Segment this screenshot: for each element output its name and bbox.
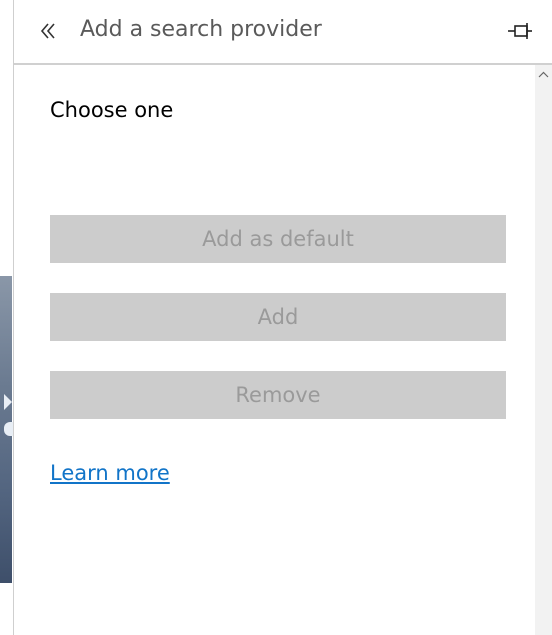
chevron-up-icon xyxy=(538,71,549,78)
background-shape xyxy=(4,422,13,436)
remove-button[interactable]: Remove xyxy=(50,371,506,419)
double-chevron-left-icon xyxy=(40,23,55,39)
edge-settings-window: Add a search provider Choose one Add as … xyxy=(0,0,552,635)
choose-one-label: Choose one xyxy=(50,98,174,122)
vertical-scrollbar[interactable] xyxy=(535,65,552,635)
add-as-default-button[interactable]: Add as default xyxy=(50,215,506,263)
pin-button[interactable] xyxy=(506,18,534,46)
scroll-up-button[interactable] xyxy=(535,67,552,81)
search-provider-panel: Add a search provider Choose one Add as … xyxy=(13,0,552,635)
add-button[interactable]: Add xyxy=(50,293,506,341)
pin-icon xyxy=(508,23,532,39)
panel-content: Choose one Add as default Add Remove Lea… xyxy=(14,65,535,635)
background-shape xyxy=(4,394,12,410)
learn-more-link[interactable]: Learn more xyxy=(50,458,170,488)
background-photo xyxy=(0,276,13,583)
panel-header: Add a search provider xyxy=(14,0,552,65)
back-button[interactable] xyxy=(34,16,64,46)
panel-title: Add a search provider xyxy=(80,17,322,42)
